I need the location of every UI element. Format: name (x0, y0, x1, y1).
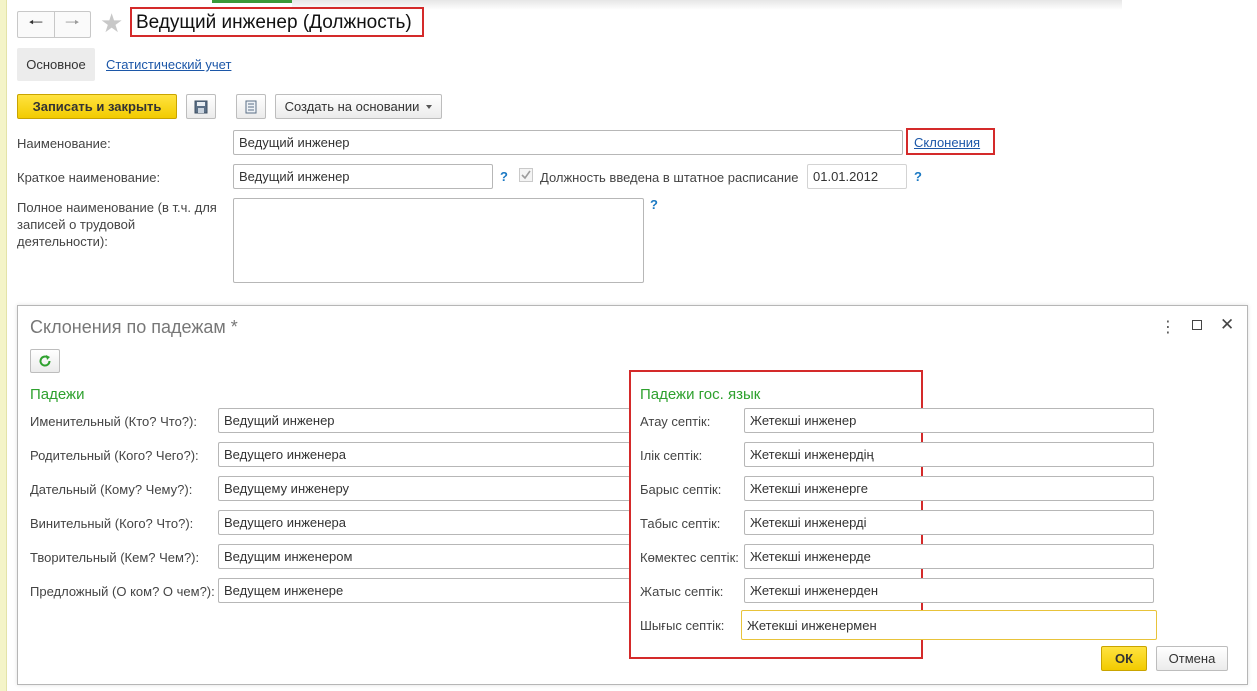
short-name-label: Краткое наименование: (17, 170, 161, 185)
create-based-on-dropdown[interactable]: Создать на основании (275, 94, 442, 119)
state-language-cases-header: Падежи гос. язык (640, 386, 761, 403)
staff-date-field[interactable]: 01.01.2012 (807, 164, 907, 189)
full-name-label: Полное наименование (в т.ч. для записей … (17, 200, 217, 249)
tab-main[interactable]: Основное (17, 48, 95, 81)
checkmark-icon (521, 170, 531, 180)
staff-date-help-icon[interactable]: ? (914, 169, 922, 184)
forward-arrow-icon[interactable]: 🠒 (53, 12, 91, 37)
declensions-link[interactable]: Склонения (914, 135, 980, 150)
name-field[interactable]: Ведущий инженер (233, 130, 903, 155)
cancel-button[interactable]: Отмена (1156, 646, 1228, 671)
short-name-field[interactable]: Ведущий инженер (233, 164, 493, 189)
state-case-label: Ілік септік: (640, 448, 703, 463)
full-name-textarea[interactable] (233, 198, 644, 283)
active-tab-indicator (212, 0, 292, 3)
save-and-close-button[interactable]: Записать и закрыть (17, 94, 177, 119)
case-label: Родительный (Кого? Чего?): (30, 448, 199, 463)
state-case-label: Табыс септік: (640, 516, 721, 531)
case-field[interactable]: Ведущим инженером (218, 544, 630, 569)
state-case-field[interactable]: Жетекші инженермен (741, 610, 1157, 640)
ok-button[interactable]: ОК (1101, 646, 1147, 671)
case-label: Именительный (Кто? Что?): (30, 414, 197, 429)
case-label: Винительный (Кого? Что?): (30, 516, 194, 531)
case-label: Дательный (Кому? Чему?): (30, 482, 193, 497)
refresh-icon (39, 355, 51, 367)
case-label: Творительный (Кем? Чем?): (30, 550, 200, 565)
dialog-title: Склонения по падежам * (30, 317, 238, 337)
save-button[interactable] (186, 94, 216, 119)
state-case-field[interactable]: Жетекші инженердің (744, 442, 1154, 467)
state-case-label: Жатыс септік: (640, 584, 724, 599)
report-button[interactable] (236, 94, 266, 119)
staff-schedule-label: Должность введена в штатное расписание (540, 170, 799, 185)
refresh-button[interactable] (30, 349, 60, 373)
state-case-field[interactable]: Жетекші инженерден (744, 578, 1154, 603)
state-case-field[interactable]: Жетекші инженерде (744, 544, 1154, 569)
state-case-field[interactable]: Жетекші инженерді (744, 510, 1154, 535)
case-field[interactable]: Ведущему инженеру (218, 476, 630, 501)
state-case-label: Барыс септік: (640, 482, 722, 497)
create-based-on-label: Создать на основании (284, 99, 420, 114)
case-field[interactable]: Ведущего инженера (218, 510, 630, 535)
case-field[interactable]: Ведущем инженере (218, 578, 630, 603)
case-label: Предложный (О ком? О чем?): (30, 584, 215, 599)
floppy-disk-icon (194, 100, 208, 113)
favorite-star-icon[interactable]: ★ (100, 8, 123, 38)
name-label: Наименование: (17, 136, 111, 151)
case-field[interactable]: Ведущего инженера (218, 442, 630, 467)
left-edge-strip (0, 0, 7, 691)
back-arrow-icon[interactable]: 🠐 (18, 12, 54, 37)
document-list-icon (245, 100, 257, 113)
navigation-buttons: 🠐 🠒 (17, 11, 91, 38)
state-case-label: Атау септік: (640, 414, 711, 429)
state-case-field[interactable]: Жетекші инженер (744, 408, 1154, 433)
maximize-icon[interactable] (1192, 320, 1202, 330)
staff-schedule-checkbox[interactable] (519, 168, 533, 182)
state-case-label: Көмектес септік: (640, 550, 739, 565)
state-case-field[interactable]: Жетекші инженерге (744, 476, 1154, 501)
more-options-icon[interactable]: ⋮ (1160, 317, 1176, 337)
close-icon[interactable]: ✕ (1220, 315, 1234, 335)
page-title: Ведущий инженер (Должность) (136, 12, 412, 33)
chevron-down-icon (426, 104, 433, 109)
case-field[interactable]: Ведущий инженер (218, 408, 630, 433)
full-name-help-icon[interactable]: ? (650, 197, 658, 212)
state-case-label: Шығыс септік: (640, 618, 725, 633)
short-name-help-icon[interactable]: ? (500, 169, 508, 184)
tab-statistics[interactable]: Статистический учет (106, 57, 231, 72)
cases-header: Падежи (30, 386, 85, 403)
